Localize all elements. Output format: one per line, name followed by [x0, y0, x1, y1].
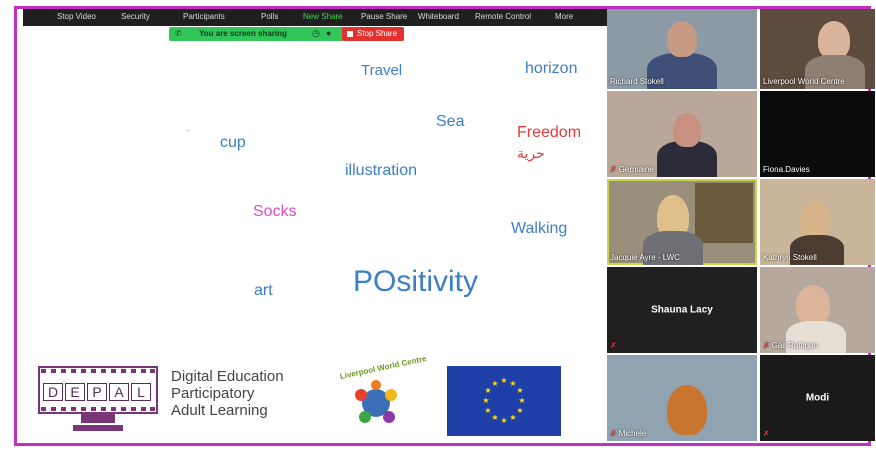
- pause-share-button[interactable]: Pause Share: [361, 12, 407, 21]
- word-cup: cup: [220, 134, 246, 151]
- more-button[interactable]: More: [555, 12, 573, 21]
- depal-line-3: Adult Learning: [171, 402, 268, 419]
- participant-face: [673, 113, 701, 147]
- depal-letter-d: D: [43, 383, 63, 401]
- word-sea: Sea: [436, 113, 465, 130]
- participant-name: Fiona.Davies: [763, 165, 810, 174]
- eu-flag: ★ ★ ★ ★ ★ ★ ★ ★ ★ ★ ★ ★: [447, 366, 561, 436]
- participant-name: Kathryn Stokell: [763, 253, 817, 262]
- polls-button[interactable]: Polls: [261, 12, 278, 21]
- word-positivity: POsitivity: [353, 265, 479, 298]
- svg-text:★: ★: [518, 396, 525, 405]
- participant-face: [796, 285, 830, 325]
- participant-face: [667, 21, 697, 57]
- video-tile[interactable]: Richard Stokell: [607, 9, 757, 89]
- participant-face: [818, 21, 850, 59]
- word-art: art: [254, 282, 273, 299]
- participant-face: [667, 385, 707, 435]
- svg-text:★: ★: [516, 406, 523, 415]
- word-socks: Socks: [253, 203, 297, 220]
- depal-line-1: Digital Education: [171, 368, 284, 385]
- svg-text:★: ★: [482, 396, 489, 405]
- stop-video-button[interactable]: Stop Video: [57, 12, 96, 21]
- meeting-toolbar: Stop Video Security Participants Polls N…: [23, 9, 608, 26]
- svg-text:★: ★: [500, 376, 507, 385]
- depal-letter-l: L: [131, 383, 151, 401]
- word-walking: Walking: [511, 220, 568, 237]
- screen-sharing-banner: ✆ You are screen sharing ◷ ●: [169, 27, 349, 41]
- stop-share-button[interactable]: Stop Share: [342, 27, 404, 41]
- svg-text:★: ★: [484, 406, 491, 415]
- svg-text:★: ★: [500, 416, 507, 425]
- bookshelf: [695, 183, 753, 243]
- participant-name: ✗ Michele: [610, 429, 647, 438]
- depal-letter-p: P: [87, 383, 107, 401]
- participant-name: Jacquie Ayre - LWC: [610, 253, 680, 262]
- muted-mic-icon: ✗: [610, 429, 617, 438]
- muted-mic-icon: ✗: [763, 429, 770, 438]
- video-tile[interactable]: ✗ Gail Rattigan: [760, 267, 875, 353]
- stop-square-icon: [347, 31, 353, 37]
- depal-tagline: Digital Education Participatory Adult Le…: [171, 368, 311, 419]
- video-tile[interactable]: Kathryn Stokell: [760, 179, 875, 265]
- video-tile[interactable]: Modi ✗: [760, 355, 875, 441]
- video-tile[interactable]: Fiona.Davies: [760, 91, 875, 177]
- depal-logo: D E P A L: [37, 363, 162, 437]
- stop-share-label: Stop Share: [357, 29, 398, 38]
- video-tile[interactable]: Shauna Lacy ✗: [607, 267, 757, 353]
- participant-status: ✗: [610, 341, 619, 350]
- participant-status: ✗: [763, 429, 772, 438]
- svg-text:★: ★: [516, 386, 523, 395]
- participant-name: ✗ Germaine: [610, 165, 654, 174]
- clock-icon: ◷: [312, 28, 320, 38]
- word-travel: Travel: [361, 62, 403, 79]
- participant-face: [800, 201, 830, 239]
- svg-text:★: ★: [491, 379, 498, 388]
- svg-text:★: ★: [509, 413, 516, 422]
- participant-name: Richard Stokell: [610, 77, 664, 86]
- video-tile[interactable]: Liverpool World Centre: [760, 9, 875, 89]
- word-illustration: illustration: [345, 162, 418, 179]
- new-share-button[interactable]: New Share: [303, 12, 343, 21]
- word-freedom: Freedom: [517, 124, 582, 141]
- video-tile-active-speaker[interactable]: Jacquie Ayre - LWC: [607, 179, 757, 265]
- muted-mic-icon: ✗: [610, 341, 617, 350]
- video-tile[interactable]: ✗ Germaine: [607, 91, 757, 177]
- shield-icon: ●: [326, 28, 332, 38]
- remote-control-button[interactable]: Remote Control: [475, 12, 531, 21]
- liverpool-world-centre-logo: Liverpool World Centre: [331, 354, 427, 441]
- svg-text:★: ★: [491, 413, 498, 422]
- sharing-banner-text: You are screen sharing: [199, 29, 287, 38]
- muted-mic-icon: ✗: [610, 165, 617, 174]
- participant-name-center: Modi: [805, 392, 830, 404]
- participants-button[interactable]: Participants: [183, 12, 225, 21]
- participant-name: ✗ Gail Rattigan: [763, 341, 818, 350]
- depal-letter-e: E: [65, 383, 85, 401]
- participant-name: Liverpool World Centre: [763, 77, 845, 86]
- whiteboard-button[interactable]: Whiteboard: [418, 12, 459, 21]
- word-horizon: horizon: [525, 60, 578, 77]
- depal-letter-a: A: [109, 383, 129, 401]
- security-button[interactable]: Security: [121, 12, 150, 21]
- phone-icon: ✆: [175, 29, 182, 38]
- video-tile[interactable]: ✗ Michele: [607, 355, 757, 441]
- participant-name-center: Shauna Lacy: [651, 304, 713, 316]
- muted-mic-icon: ✗: [763, 341, 770, 350]
- stray-dot: .: [187, 124, 190, 133]
- depal-line-2: Participatory: [171, 385, 255, 402]
- word-hurriya: حرية: [517, 145, 545, 161]
